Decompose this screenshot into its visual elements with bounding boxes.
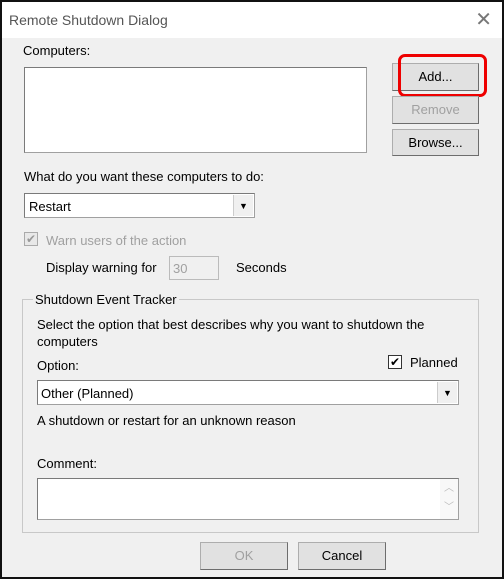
close-icon[interactable]: ✕ [475, 7, 492, 32]
action-select[interactable]: Restart ▼ [24, 193, 255, 218]
comment-scrollbar[interactable]: ︿ ﹀ [440, 479, 458, 519]
seconds-label: Seconds [236, 260, 287, 275]
option-label: Option: [37, 358, 79, 373]
tracker-instructions: Select the option that best describes wh… [37, 317, 425, 349]
option-description: A shutdown or restart for an unknown rea… [37, 413, 296, 428]
tracker-title: Shutdown Event Tracker [33, 292, 179, 307]
warning-seconds-value: 30 [173, 261, 188, 276]
browse-button[interactable]: Browse... [392, 129, 479, 156]
warn-label: Warn users of the action [46, 233, 187, 248]
comment-textarea[interactable]: ︿ ﹀ [37, 478, 459, 520]
window-title: Remote Shutdown Dialog [9, 12, 168, 28]
option-selected: Other (Planned) [41, 386, 134, 401]
title-bar: Remote Shutdown Dialog ✕ [2, 2, 502, 38]
cancel-button[interactable]: Cancel [298, 542, 386, 570]
action-selected: Restart [29, 199, 71, 214]
chevron-down-icon[interactable]: ▼ [233, 195, 253, 216]
comment-label: Comment: [37, 456, 97, 471]
warning-seconds-input[interactable]: 30 [169, 256, 219, 280]
chevron-down-icon[interactable]: ▼ [437, 382, 457, 403]
warn-checkbox[interactable]: ✔ [24, 232, 38, 246]
option-select[interactable]: Other (Planned) ▼ [37, 380, 459, 405]
planned-label: Planned [410, 355, 458, 370]
remove-button[interactable]: Remove [392, 96, 479, 124]
computers-listbox[interactable] [24, 67, 367, 153]
planned-checkbox[interactable]: ✔ [388, 355, 402, 369]
display-warning-label: Display warning for [46, 260, 157, 275]
ok-button[interactable]: OK [200, 542, 288, 570]
computers-label: Computers: [23, 43, 91, 58]
action-label: What do you want these computers to do: [24, 169, 264, 184]
highlight-box [398, 54, 487, 97]
